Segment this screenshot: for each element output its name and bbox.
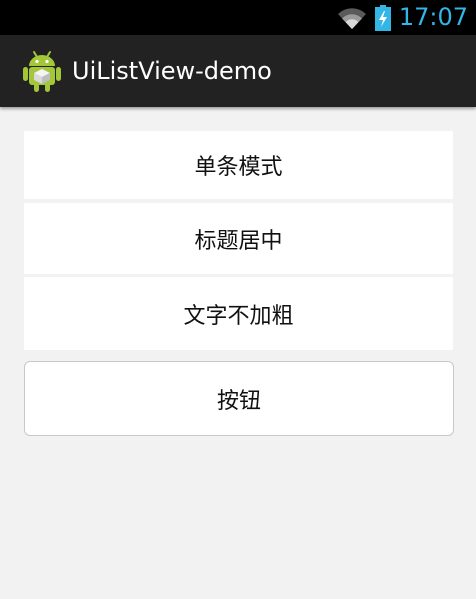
- content-area: 单条模式 标题居中 文字不加粗 按钮: [0, 107, 476, 599]
- list-item-title-centered[interactable]: 标题居中: [24, 203, 453, 274]
- status-time: 17:07: [398, 3, 468, 31]
- button-label: 按钮: [216, 388, 261, 414]
- list-item-label: 单条模式: [194, 155, 283, 180]
- wifi-icon: [337, 6, 367, 30]
- status-bar: 17:07: [0, 0, 476, 35]
- list-item-text-not-bold[interactable]: 文字不加粗: [24, 277, 453, 350]
- app-title: UiListView-demo: [72, 57, 272, 85]
- list-item-label: 标题居中: [194, 228, 283, 254]
- android-icon[interactable]: [22, 49, 62, 93]
- list-item-single-mode[interactable]: 单条模式: [24, 131, 453, 199]
- status-icons: 17:07: [337, 0, 468, 35]
- list-item-label: 文字不加粗: [183, 303, 294, 329]
- action-bar: UiListView-demo: [0, 35, 476, 107]
- main-button[interactable]: 按钮: [24, 361, 454, 436]
- battery-charging-icon: [374, 4, 391, 31]
